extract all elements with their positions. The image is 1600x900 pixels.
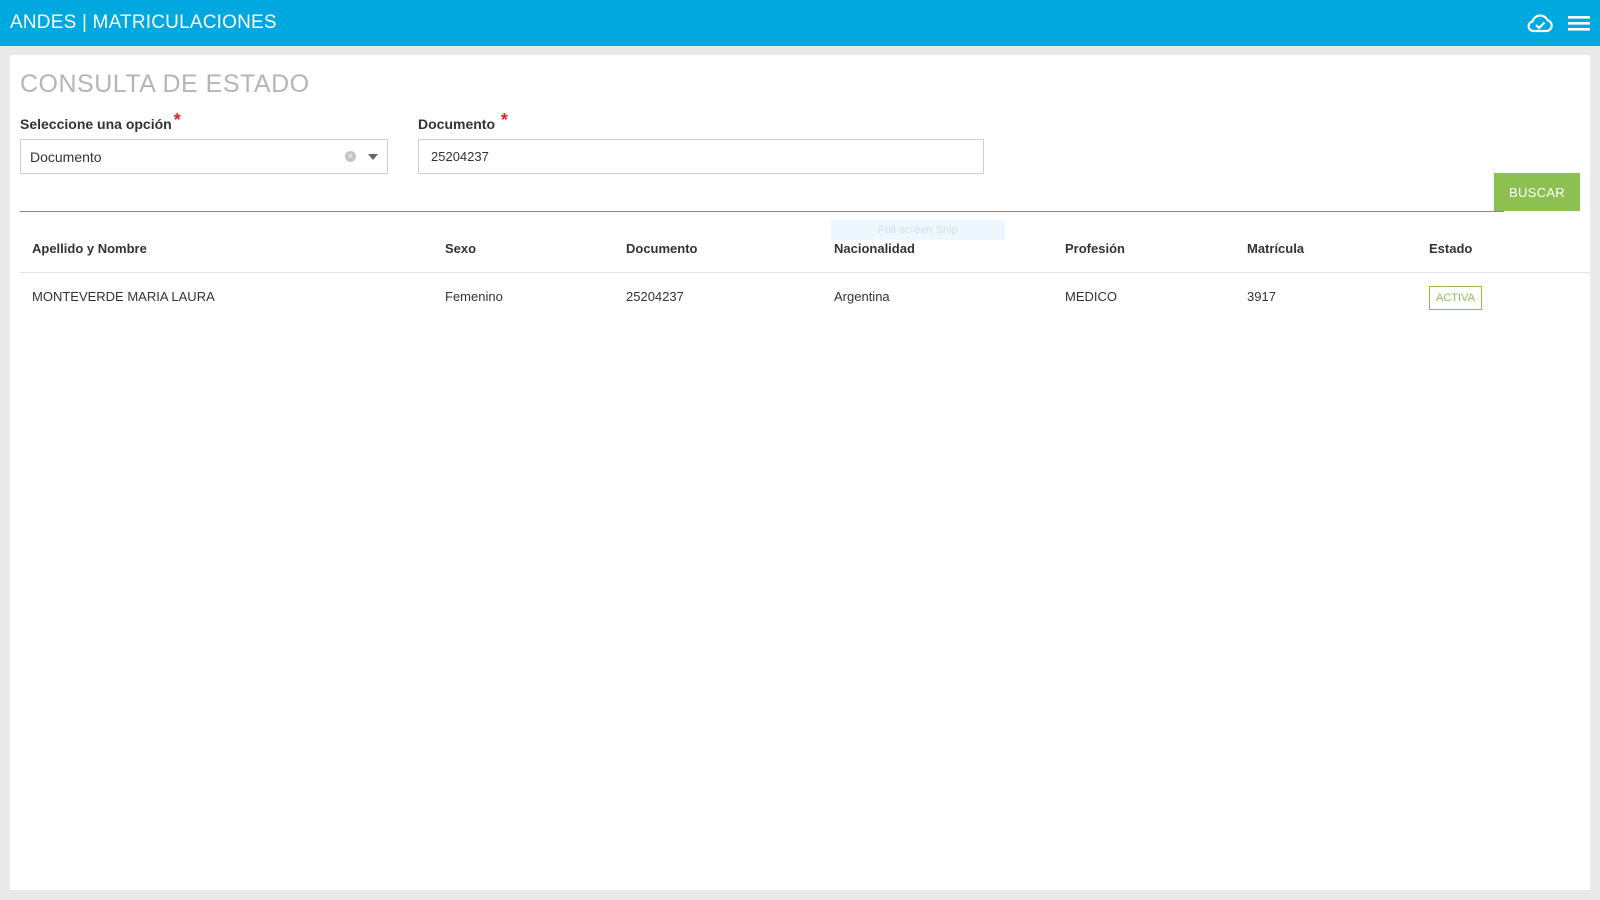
column-header-estado: Estado [1417, 226, 1590, 273]
cloud-check-icon[interactable] [1526, 13, 1554, 33]
document-input[interactable] [418, 139, 984, 174]
table-row[interactable]: MONTEVERDE MARIA LAURA Femenino 25204237… [20, 272, 1590, 320]
required-asterisk: * [500, 110, 508, 130]
cell-estado: ACTIVA [1417, 272, 1590, 320]
column-header-nacionalidad: Nacionalidad [822, 226, 1053, 273]
document-label: Documento [418, 116, 495, 132]
required-asterisk: * [173, 110, 181, 130]
clear-icon[interactable]: × [345, 151, 356, 162]
top-bar: ANDES | MATRICULACIONES [0, 0, 1600, 46]
column-header-profesion: Profesión [1053, 226, 1235, 273]
column-header-matricula: Matrícula [1235, 226, 1417, 273]
option-label: Seleccione una opción [20, 116, 172, 132]
cell-sexo: Femenino [445, 288, 503, 304]
option-label-wrap: Seleccione una opción * [20, 110, 181, 134]
cell-profesion: MEDICO [1065, 288, 1117, 304]
column-header-sexo: Sexo [433, 226, 614, 273]
form-divider [20, 211, 1504, 212]
option-select-value: Documento [30, 148, 102, 165]
cell-documento: 25204237 [626, 288, 684, 304]
table-header-row: Apellido y Nombre Sexo Documento Naciona… [20, 226, 1590, 273]
status-badge: ACTIVA [1429, 286, 1482, 311]
cell-matricula: 3917 [1247, 288, 1276, 304]
document-label-wrap: Documento * [418, 110, 508, 134]
option-select[interactable]: Documento × [20, 139, 388, 174]
page-title: CONSULTA DE ESTADO [20, 70, 310, 98]
hamburger-menu-icon[interactable] [1568, 14, 1590, 32]
top-icons [1526, 13, 1590, 33]
cell-nombre: MONTEVERDE MARIA LAURA [32, 288, 215, 304]
column-header-documento: Documento [614, 226, 822, 273]
search-button[interactable]: BUSCAR [1494, 173, 1580, 211]
column-header-nombre: Apellido y Nombre [20, 226, 433, 273]
main-card: CONSULTA DE ESTADO Seleccione una opción… [10, 55, 1590, 890]
app-title: ANDES | MATRICULACIONES [10, 12, 277, 33]
cell-nacionalidad: Argentina [834, 288, 890, 304]
results-table: Apellido y Nombre Sexo Documento Naciona… [20, 226, 1590, 320]
chevron-down-icon[interactable] [368, 153, 378, 160]
